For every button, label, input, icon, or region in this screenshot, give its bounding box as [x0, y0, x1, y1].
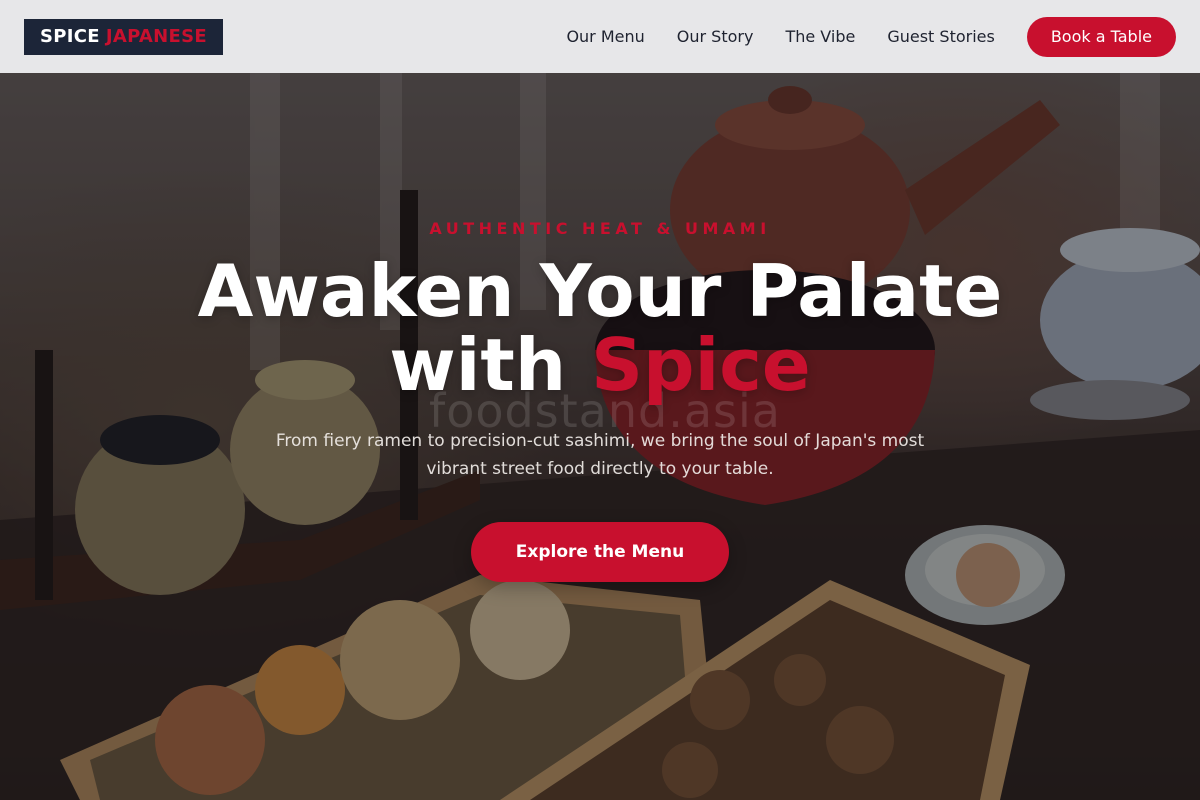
brand-logo[interactable]: SPICE JAPANESE: [24, 18, 223, 55]
nav-link-guest-stories[interactable]: Guest Stories: [887, 27, 995, 46]
hero-headline: Awaken Your Palate with Spice: [0, 254, 1200, 402]
headline-accent-word: Spice: [591, 323, 811, 407]
book-table-button[interactable]: Book a Table: [1026, 16, 1176, 57]
nav-link-the-vibe[interactable]: The Vibe: [785, 27, 855, 46]
headline-line-1: Awaken Your Palate: [197, 249, 1003, 333]
main-nav: Our Menu Our Story The Vibe Guest Storie…: [534, 16, 1176, 57]
nav-link-our-menu[interactable]: Our Menu: [566, 27, 644, 46]
top-navbar: SPICE JAPANESE Our Menu Our Story The Vi…: [0, 0, 1200, 73]
nav-link-our-story[interactable]: Our Story: [677, 27, 754, 46]
hero-kicker: AUTHENTIC HEAT & UMAMI: [429, 219, 771, 238]
headline-line-2-prefix: with: [389, 323, 567, 407]
brand-name-primary: SPICE: [40, 26, 100, 47]
explore-menu-button[interactable]: Explore the Menu: [471, 522, 729, 582]
hero-subtitle: From fiery ramen to precision-cut sashim…: [275, 431, 925, 479]
brand-name-accent: JAPANESE: [105, 26, 207, 47]
